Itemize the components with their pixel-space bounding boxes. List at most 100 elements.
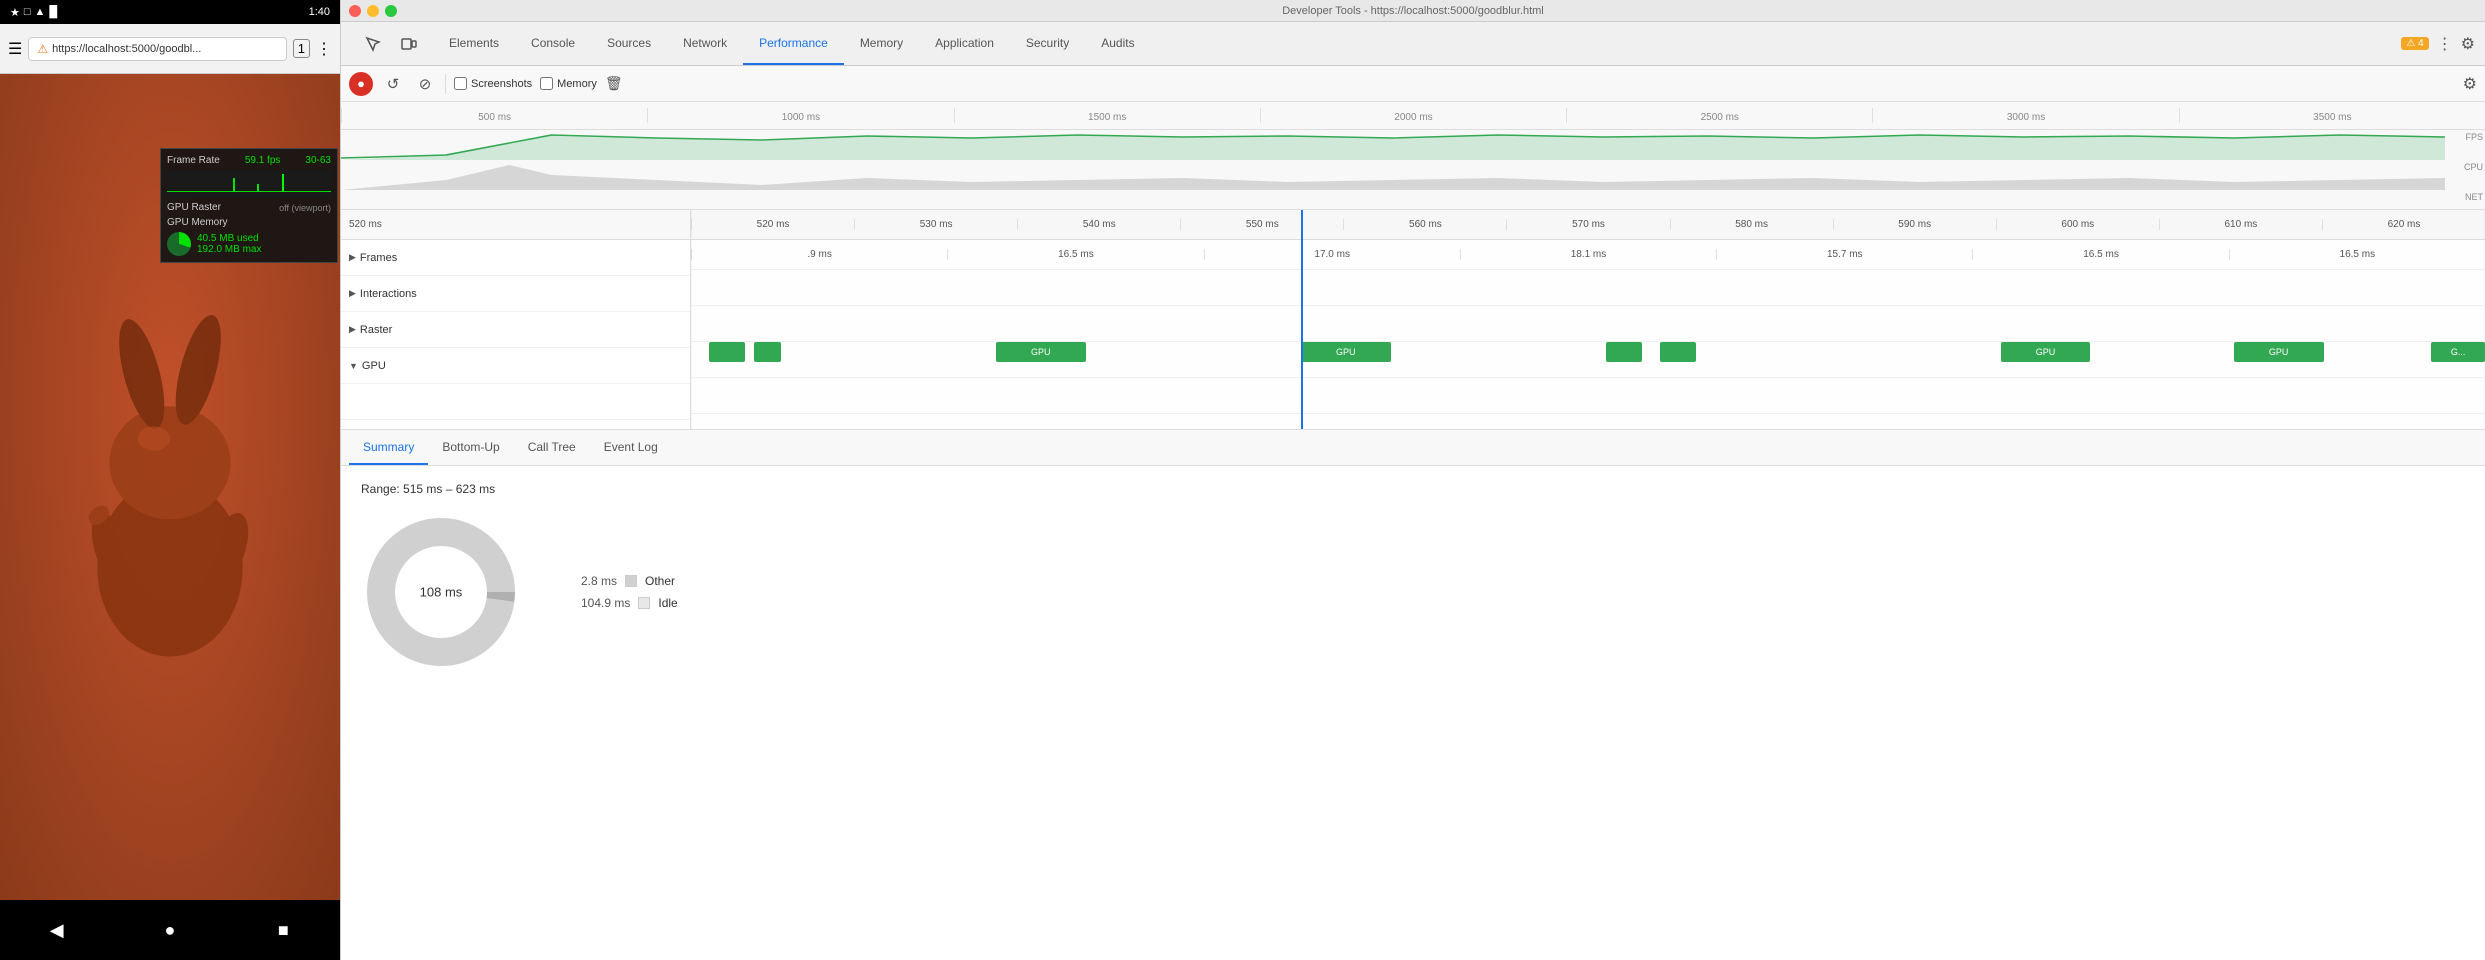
net-chart — [341, 190, 2445, 210]
frames-expand-triangle[interactable]: ▶ — [349, 252, 356, 263]
stop-button[interactable]: ⊘ — [413, 72, 437, 96]
frame-rate-range: 30-63 — [305, 155, 331, 166]
bottom-content: Range: 515 ms – 623 ms 108 ms 2.8 ms — [341, 466, 2485, 960]
gpu-memory-values: 40.5 MB used 192.0 MB max — [197, 233, 261, 255]
donut-center-label: 108 ms — [420, 585, 463, 600]
graph-baseline — [167, 191, 331, 192]
ruler-tick-500: 500 ms — [341, 108, 647, 123]
timeline-ruler: 500 ms 1000 ms 1500 ms 2000 ms 2500 ms 3… — [341, 102, 2485, 130]
browser-menu-icon: ☰ — [8, 39, 22, 59]
frame-rate-label: Frame Rate — [167, 155, 220, 166]
mobile-device: ★ □ ▲ █ 1:40 ☰ ⚠ https://localhost:5000/… — [0, 0, 340, 960]
ruler-tick-3000: 3000 ms — [1872, 108, 2178, 123]
ruler-tick-3500: 3500 ms — [2179, 108, 2485, 123]
memory-toggle[interactable]: Memory — [540, 77, 597, 90]
device-toggle-button[interactable] — [395, 30, 423, 58]
status-bar: ★ □ ▲ █ 1:40 — [0, 0, 340, 24]
gpu-memory-label: GPU Memory — [167, 217, 228, 228]
gpu-label: GPU — [362, 360, 386, 372]
net-label: NET — [2465, 192, 2483, 202]
ruler-tick-1000: 1000 ms — [647, 108, 953, 123]
devtools-titlebar: Developer Tools - https://localhost:5000… — [341, 0, 2485, 22]
other-color-swatch — [625, 575, 637, 587]
tab-network[interactable]: Network — [667, 22, 743, 65]
timeline-selection — [691, 210, 2485, 429]
toolbar-right: ⚙ — [2463, 74, 2477, 94]
tab-performance-label: Performance — [759, 36, 828, 50]
raster-label: Raster — [360, 324, 392, 336]
chart-side-labels — [2445, 102, 2485, 130]
frames-label: Frames — [360, 252, 397, 264]
browser-options-icon[interactable]: ⋮ — [316, 39, 332, 59]
status-time: 1:40 — [309, 6, 330, 18]
devtools-tab-bar: Elements Console Sources Network Perform… — [341, 22, 2485, 66]
tab-security[interactable]: Security — [1010, 22, 1085, 65]
tab-memory[interactable]: Memory — [844, 22, 919, 65]
range-text: Range: 515 ms – 623 ms — [361, 482, 2465, 496]
tab-bottom-up-label: Bottom-Up — [442, 440, 499, 454]
settings-icon[interactable]: ⚙ — [2461, 34, 2475, 54]
tab-console[interactable]: Console — [515, 22, 591, 65]
gpu-expand-triangle[interactable]: ▼ — [349, 361, 358, 371]
legend-item-idle: 104.9 ms Idle — [581, 596, 678, 610]
maximize-window-button[interactable] — [385, 5, 397, 17]
tab-call-tree[interactable]: Call Tree — [514, 430, 590, 465]
raster-row-label: ▶ Raster — [341, 312, 690, 348]
minimize-window-button[interactable] — [367, 5, 379, 17]
settings-button[interactable]: ⚙ — [2463, 74, 2477, 94]
tab-elements[interactable]: Elements — [433, 22, 515, 65]
back-button[interactable]: ◀ — [37, 910, 77, 950]
tab-event-log-label: Event Log — [604, 440, 658, 454]
inspect-element-button[interactable] — [359, 30, 387, 58]
other-value: 2.8 ms — [581, 574, 617, 588]
interactions-expand-triangle[interactable]: ▶ — [349, 288, 356, 299]
tab-application[interactable]: Application — [919, 22, 1010, 65]
recent-button[interactable]: ■ — [263, 910, 303, 950]
tab-audits-label: Audits — [1101, 36, 1134, 50]
record-button[interactable]: ● — [349, 72, 373, 96]
idle-value: 104.9 ms — [581, 596, 630, 610]
graph-spike-1 — [233, 178, 235, 192]
tab-audits[interactable]: Audits — [1085, 22, 1150, 65]
tab-call-tree-label: Call Tree — [528, 440, 576, 454]
frame-rate-value: 59.1 fps — [245, 155, 281, 166]
donut-chart: 108 ms — [361, 512, 521, 672]
url-bar[interactable]: ⚠ https://localhost:5000/goodbl... — [28, 37, 286, 61]
interactions-row-label: ▶ Interactions — [341, 276, 690, 312]
tab-console-label: Console — [531, 36, 575, 50]
tab-event-log[interactable]: Event Log — [590, 430, 672, 465]
timeline-right-panel[interactable]: 520 ms 530 ms 540 ms 550 ms 560 ms 570 m… — [691, 210, 2485, 429]
tab-summary-label: Summary — [363, 440, 414, 454]
frames-row-label: ▶ Frames — [341, 240, 690, 276]
graph-spike-2 — [257, 184, 259, 192]
screenshots-checkbox[interactable] — [454, 77, 467, 90]
tab-sources[interactable]: Sources — [591, 22, 667, 65]
raster-expand-triangle[interactable]: ▶ — [349, 324, 356, 335]
screenshots-toggle[interactable]: Screenshots — [454, 77, 532, 90]
devtools-panel: Developer Tools - https://localhost:5000… — [340, 0, 2485, 960]
gpu-memory-max: 192.0 MB max — [197, 244, 261, 255]
more-options-icon[interactable]: ⋮ — [2437, 34, 2453, 54]
timeline-detail-area: 520 ms ▶ Frames ▶ Interactions ▶ — [341, 210, 2485, 430]
battery-icon: █ — [49, 6, 57, 18]
cpu-label: CPU — [2464, 162, 2483, 172]
memory-checkbox[interactable] — [540, 77, 553, 90]
idle-color-swatch — [638, 597, 650, 609]
window-controls — [349, 5, 397, 17]
url-text: https://localhost:5000/goodbl... — [52, 43, 201, 55]
tab-bottom-up[interactable]: Bottom-Up — [428, 430, 513, 465]
close-window-button[interactable] — [349, 5, 361, 17]
screenshots-label: Screenshots — [471, 78, 532, 90]
ruler-tick-2000: 2000 ms — [1260, 108, 1566, 123]
tab-summary[interactable]: Summary — [349, 430, 428, 465]
tab-count-icon[interactable]: 1 — [293, 39, 310, 58]
legend-items: 2.8 ms Other 104.9 ms Idle — [581, 574, 678, 610]
reload-button[interactable]: ↺ — [381, 72, 405, 96]
memory-delete-icon[interactable]: 🗑 — [605, 75, 623, 92]
home-button[interactable]: ● — [150, 910, 190, 950]
gpu-memory-details: 40.5 MB used 192.0 MB max — [167, 232, 331, 256]
mini-charts: FPS CPU NET — [341, 130, 2485, 210]
tab-performance[interactable]: Performance — [743, 22, 844, 65]
graph-spike-3 — [282, 174, 284, 192]
fps-label: FPS — [2465, 132, 2483, 142]
